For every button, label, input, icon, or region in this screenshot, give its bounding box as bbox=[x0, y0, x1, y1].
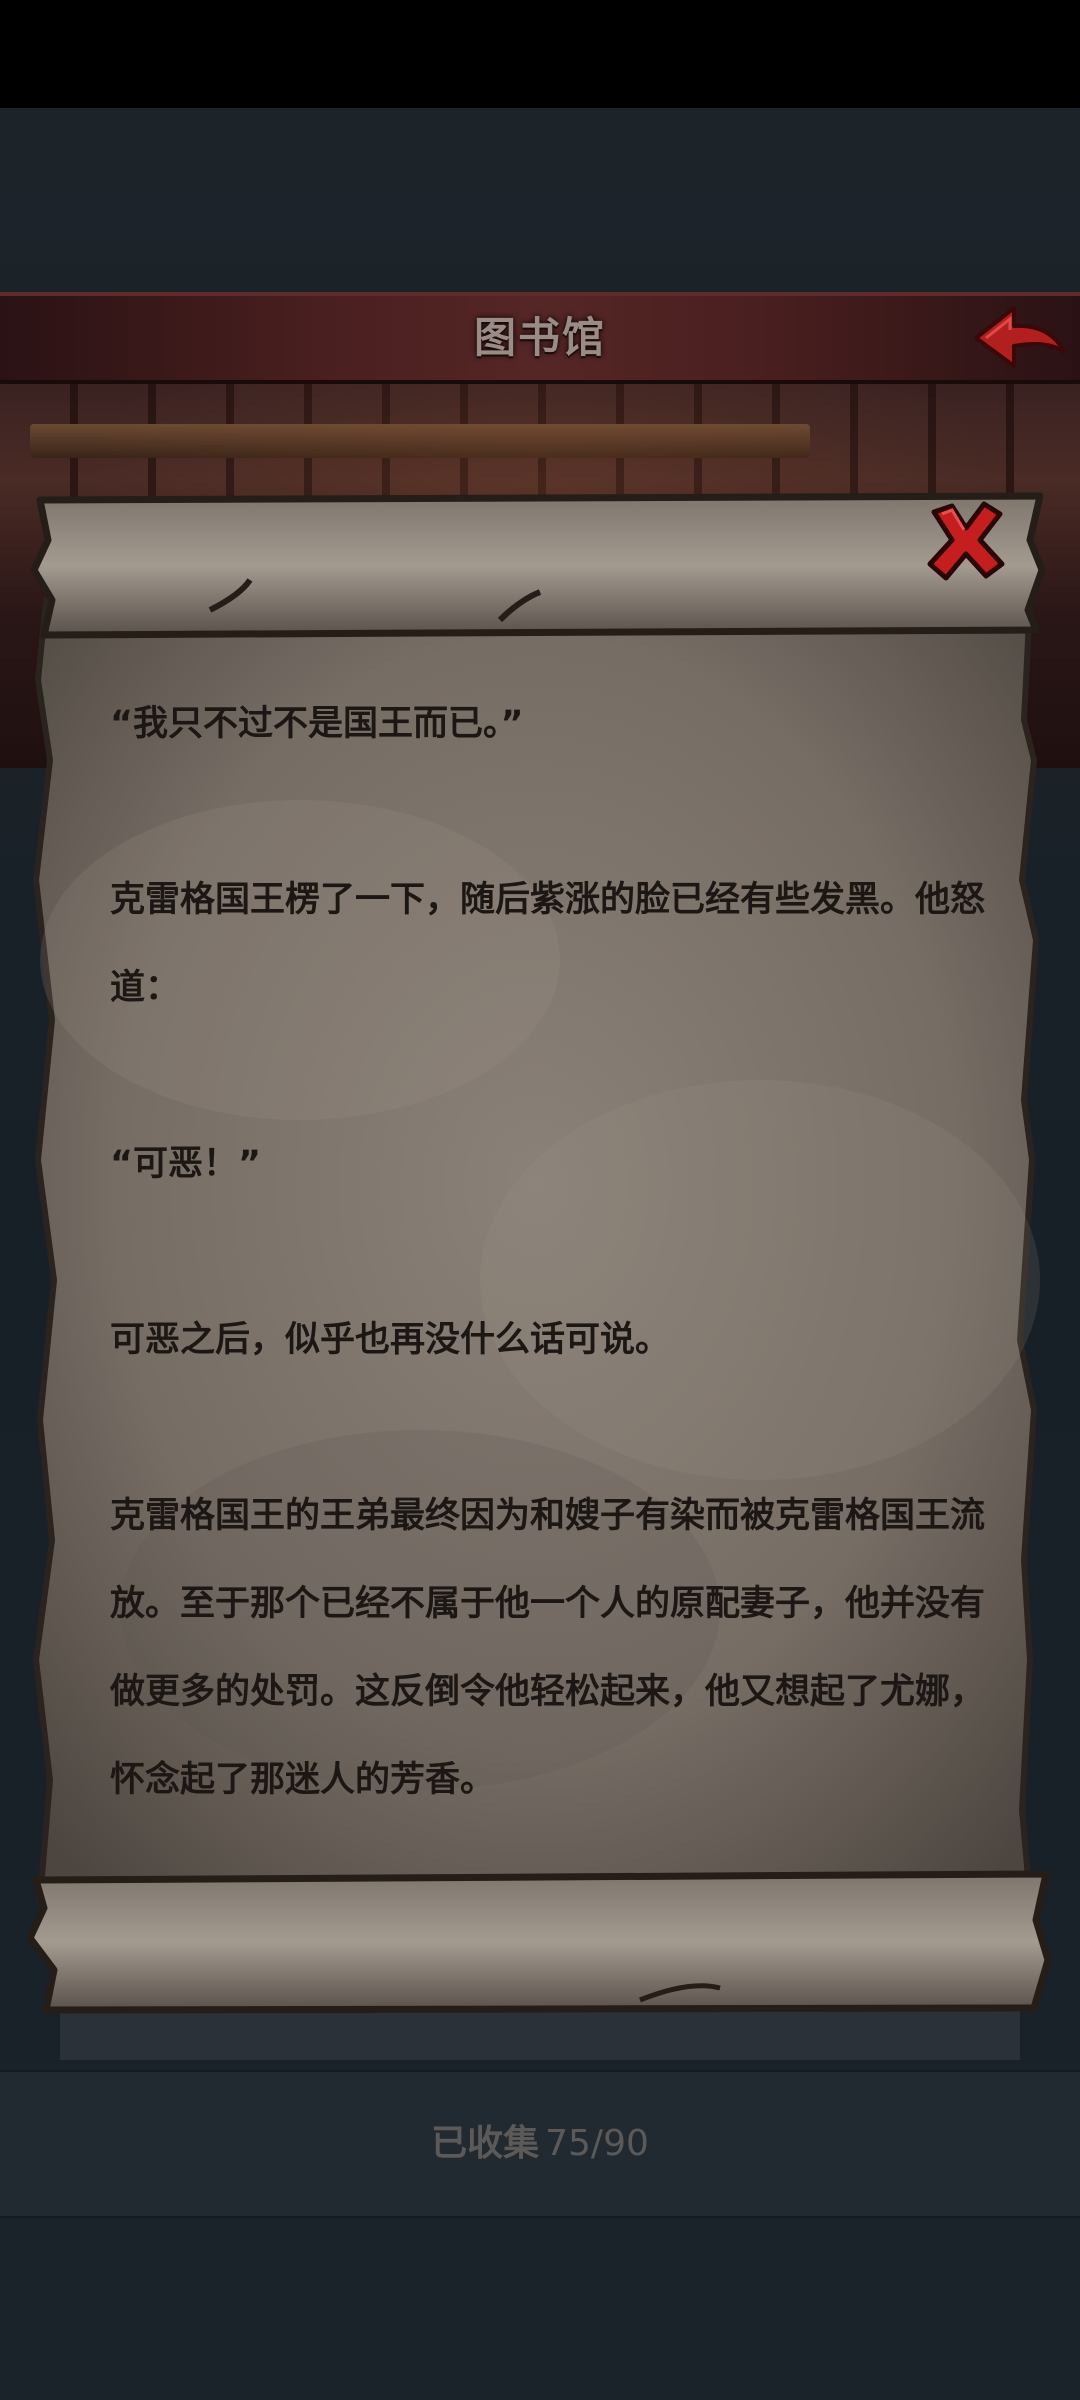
close-x-icon bbox=[927, 501, 1005, 581]
collection-status: 已收集 75/90 bbox=[0, 2072, 1080, 2216]
story-paragraph-4: 可恶之后，似乎也再没什么话可说。 bbox=[110, 1320, 671, 1360]
collected-label: 已收集 bbox=[431, 2123, 540, 2164]
back-arrow-icon bbox=[974, 306, 1066, 368]
status-bar bbox=[0, 0, 1080, 108]
collection-panel: 已收集 75/90 bbox=[0, 2070, 1080, 2218]
story-paragraph-2: 克雷格国王楞了一下，随后紫涨的脸已经有些发黑。他怒道： bbox=[110, 880, 986, 1008]
collected-count: 75/90 bbox=[545, 2123, 649, 2164]
header-bar: 图书馆 bbox=[0, 292, 1080, 384]
back-button[interactable] bbox=[970, 300, 1070, 376]
story-paragraph-5: 克雷格国王的王弟最终因为和嫂子有染而被克雷格国王流放。至于那个已经不属于他一个人… bbox=[110, 1496, 986, 1800]
story-paragraph-3: “可恶！” bbox=[110, 1144, 262, 1184]
story-paragraph-1: “我只不过不是国王而已。” bbox=[110, 704, 524, 744]
close-button[interactable] bbox=[924, 498, 1008, 582]
story-text: “我只不过不是国王而已。” 克雷格国王楞了一下，随后紫涨的脸已经有些发黑。他怒道… bbox=[110, 680, 990, 1824]
page-title: 图书馆 bbox=[473, 313, 606, 362]
library-screen: 图书馆 “我只不过不是国王而已。” 克雷格国王楞了一下，随后紫涨的脸已经有些发黑… bbox=[0, 0, 1080, 2400]
